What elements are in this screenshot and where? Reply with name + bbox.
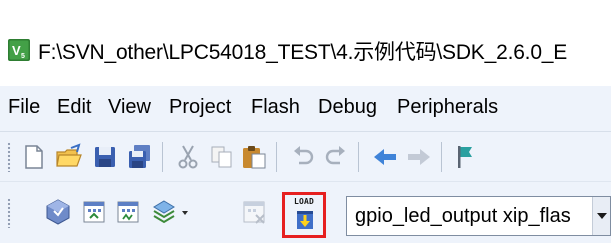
- menu-debug[interactable]: Debug: [318, 96, 377, 119]
- toolbar-separator: [276, 142, 277, 172]
- toolbar-separator: [162, 142, 163, 172]
- target-select-value: gpio_led_output xip_flas: [355, 204, 571, 227]
- toolbar-grip[interactable]: [7, 142, 11, 172]
- redo-icon[interactable]: [322, 143, 350, 171]
- title-bar: V 5 F:\SVN_other\LPC54018_TEST\4.示例代码\SD…: [0, 0, 611, 86]
- menu-peripherals[interactable]: Peripherals: [397, 96, 498, 119]
- svg-text:5: 5: [21, 53, 25, 60]
- menu-edit[interactable]: Edit: [57, 96, 91, 119]
- cut-icon[interactable]: [174, 143, 202, 171]
- menu-view[interactable]: View: [108, 96, 151, 119]
- bookmark-flag-icon[interactable]: [452, 143, 480, 171]
- batch-build-icon[interactable]: [150, 198, 178, 226]
- undo-icon[interactable]: [289, 143, 317, 171]
- menu-project[interactable]: Project: [169, 96, 231, 119]
- file-toolbar: [0, 132, 611, 182]
- save-icon[interactable]: [91, 143, 119, 171]
- load-button-label: LOAD: [293, 197, 315, 206]
- toolbar-separator: [358, 142, 359, 172]
- toolbar-separator: [441, 142, 442, 172]
- navigate-forward-icon[interactable]: [405, 143, 433, 171]
- copy-icon[interactable]: [208, 143, 236, 171]
- navigate-back-icon[interactable]: [371, 143, 399, 171]
- new-file-icon[interactable]: [20, 143, 48, 171]
- paste-icon[interactable]: [240, 143, 268, 171]
- chevron-down-icon[interactable]: [592, 197, 610, 235]
- menu-bar: File Edit View Project Flash Debug Perip…: [0, 86, 611, 132]
- chevron-down-icon[interactable]: [180, 198, 190, 226]
- menu-flash[interactable]: Flash: [251, 96, 300, 119]
- svg-text:V: V: [12, 43, 21, 58]
- download-load-icon: [297, 211, 313, 229]
- target-select[interactable]: gpio_led_output xip_flas: [346, 196, 611, 236]
- window-title: F:\SVN_other\LPC54018_TEST\4.示例代码\SDK_2.…: [38, 41, 568, 64]
- keil-uvision-window: V 5 F:\SVN_other\LPC54018_TEST\4.示例代码\SD…: [0, 0, 611, 243]
- menu-file[interactable]: File: [8, 96, 40, 119]
- load-download-button[interactable]: LOAD: [282, 192, 326, 238]
- build-icon[interactable]: [80, 198, 108, 226]
- keil-uvision-app-icon: V 5: [8, 39, 30, 61]
- translate-icon[interactable]: [44, 198, 72, 226]
- save-all-icon[interactable]: [125, 143, 153, 171]
- toolbar-grip[interactable]: [7, 198, 11, 228]
- stop-build-icon[interactable]: [240, 198, 268, 226]
- open-folder-icon[interactable]: [55, 143, 83, 171]
- rebuild-icon[interactable]: [114, 198, 142, 226]
